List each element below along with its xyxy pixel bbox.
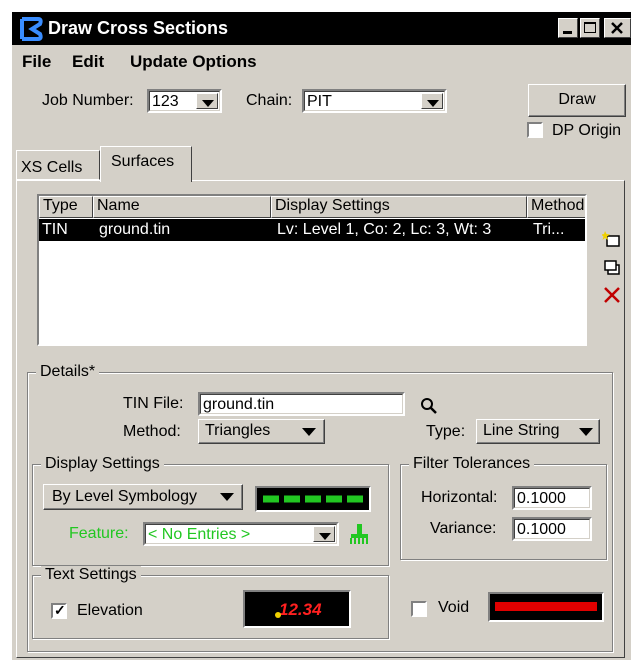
chevron-down-icon [302, 428, 316, 436]
draw-cross-sections-window: Draw Cross Sections File Edit Update Opt… [12, 12, 631, 660]
elevation-checkbox[interactable]: ✓ [51, 602, 67, 619]
column-header-type[interactable]: Type [39, 196, 93, 218]
cell-type: TIN [42, 221, 68, 238]
variance-value: 0.1000 [517, 521, 566, 538]
maximize-button[interactable] [580, 18, 600, 38]
menu-bar: File Edit Update Options [12, 49, 631, 73]
horizontal-value: 0.1000 [517, 490, 566, 507]
column-header-name[interactable]: Name [93, 196, 271, 218]
job-number-combo[interactable]: 123 [147, 89, 222, 113]
type-value: Line String [483, 422, 560, 439]
feature-value: < No Entries > [148, 526, 251, 543]
window-title: Draw Cross Sections [48, 18, 229, 38]
column-type-label: Type [43, 197, 78, 214]
text-style-preview[interactable]: 12.34 [243, 590, 351, 628]
horizontal-label: Horizontal: [421, 489, 498, 506]
void-line-swatch-icon [495, 602, 597, 611]
method-select[interactable]: Triangles [198, 419, 325, 444]
horizontal-input[interactable]: 0.1000 [512, 486, 592, 510]
details-group: Details* TIN File: ground.tin Method: Tr… [27, 363, 613, 652]
type-select[interactable]: Line String [476, 419, 600, 444]
job-number-value: 123 [152, 93, 179, 110]
details-legend: Details* [36, 363, 100, 381]
filter-tolerances-group: Filter Tolerances Horizontal: 0.1000 Var… [400, 455, 607, 560]
surfaces-panel: Type Name Display Settings Method TIN gr… [16, 180, 625, 658]
feature-combo[interactable]: < No Entries > [143, 522, 339, 546]
display-mode-value: By Level Symbology [52, 488, 197, 505]
tab-surfaces[interactable]: Surfaces [100, 146, 192, 182]
close-icon [611, 22, 623, 34]
variance-label: Variance: [430, 520, 497, 537]
type-label: Type: [426, 423, 466, 440]
column-display-settings-label: Display Settings [275, 197, 390, 214]
chain-label: Chain: [246, 92, 293, 109]
text-settings-group: Text Settings ✓ Elevation 12.34 [32, 566, 389, 639]
display-settings-group: Display Settings By Level Symbology Feat… [32, 455, 389, 566]
minimize-icon [563, 31, 572, 34]
maximize-icon [584, 22, 596, 33]
void-label: Void [438, 599, 470, 616]
draw-button-label: Draw [558, 91, 596, 108]
column-header-method[interactable]: Method [527, 196, 585, 218]
minimize-button[interactable] [558, 18, 578, 38]
tab-surfaces-label: Surfaces [111, 153, 175, 170]
delete-surface-icon[interactable] [602, 285, 622, 305]
tab-xs-cells[interactable]: XS Cells [16, 150, 100, 180]
chevron-down-icon [220, 493, 234, 501]
dp-origin-label: DP Origin [552, 122, 622, 139]
display-settings-legend: Display Settings [41, 455, 164, 473]
chevron-down-icon[interactable] [313, 526, 335, 542]
line-style-preview[interactable] [255, 486, 371, 512]
chevron-down-icon [579, 428, 593, 436]
chain-value: PIT [307, 93, 332, 110]
text-origin-dot-icon [275, 612, 281, 618]
menu-update-options[interactable]: Update Options [130, 52, 257, 72]
surfaces-list[interactable]: Type Name Display Settings Method TIN gr… [37, 194, 587, 346]
tin-file-input[interactable]: ground.tin [198, 392, 405, 416]
close-button[interactable] [604, 18, 631, 38]
void-style-preview[interactable] [488, 592, 604, 622]
draw-button[interactable]: Draw [528, 84, 626, 117]
tin-file-label: TIN File: [123, 395, 184, 412]
cell-method: Tri... [533, 221, 565, 238]
display-mode-select[interactable]: By Level Symbology [43, 484, 243, 510]
table-row[interactable]: TIN ground.tin Lv: Level 1, Co: 2, Lc: 3… [39, 219, 585, 241]
copy-surface-icon[interactable] [602, 258, 622, 278]
checkmark-icon: ✓ [54, 602, 66, 618]
method-value: Triangles [205, 422, 271, 439]
app-logo-icon [20, 17, 43, 41]
filter-tolerances-legend: Filter Tolerances [409, 455, 535, 473]
chain-combo[interactable]: PIT [302, 89, 447, 113]
cell-display-settings: Lv: Level 1, Co: 2, Lc: 3, Wt: 3 [277, 221, 492, 238]
chevron-down-icon[interactable] [196, 93, 218, 109]
chevron-down-icon[interactable] [421, 93, 443, 109]
elevation-label: Elevation [77, 602, 143, 619]
column-method-label: Method [531, 197, 585, 214]
paint-brush-icon[interactable] [348, 523, 370, 545]
column-header-display-settings[interactable]: Display Settings [271, 196, 527, 218]
title-bar[interactable]: Draw Cross Sections [12, 12, 631, 45]
column-name-label: Name [97, 197, 140, 214]
elevation-text-preview: 12.34 [279, 600, 322, 619]
add-surface-icon[interactable] [602, 230, 622, 250]
dp-origin-checkbox[interactable] [527, 122, 543, 138]
text-settings-legend: Text Settings [41, 566, 141, 584]
method-label: Method: [123, 423, 181, 440]
dashed-line-swatch-icon [263, 495, 363, 503]
menu-edit[interactable]: Edit [72, 52, 104, 72]
job-number-label: Job Number: [42, 92, 134, 109]
search-icon[interactable] [420, 397, 438, 415]
tab-xs-cells-label: XS Cells [21, 159, 83, 176]
tin-file-value: ground.tin [203, 396, 275, 413]
variance-input[interactable]: 0.1000 [512, 517, 592, 541]
feature-label: Feature: [69, 525, 129, 542]
menu-file[interactable]: File [22, 52, 51, 72]
void-checkbox[interactable] [411, 601, 427, 617]
cell-name: ground.tin [99, 221, 171, 238]
